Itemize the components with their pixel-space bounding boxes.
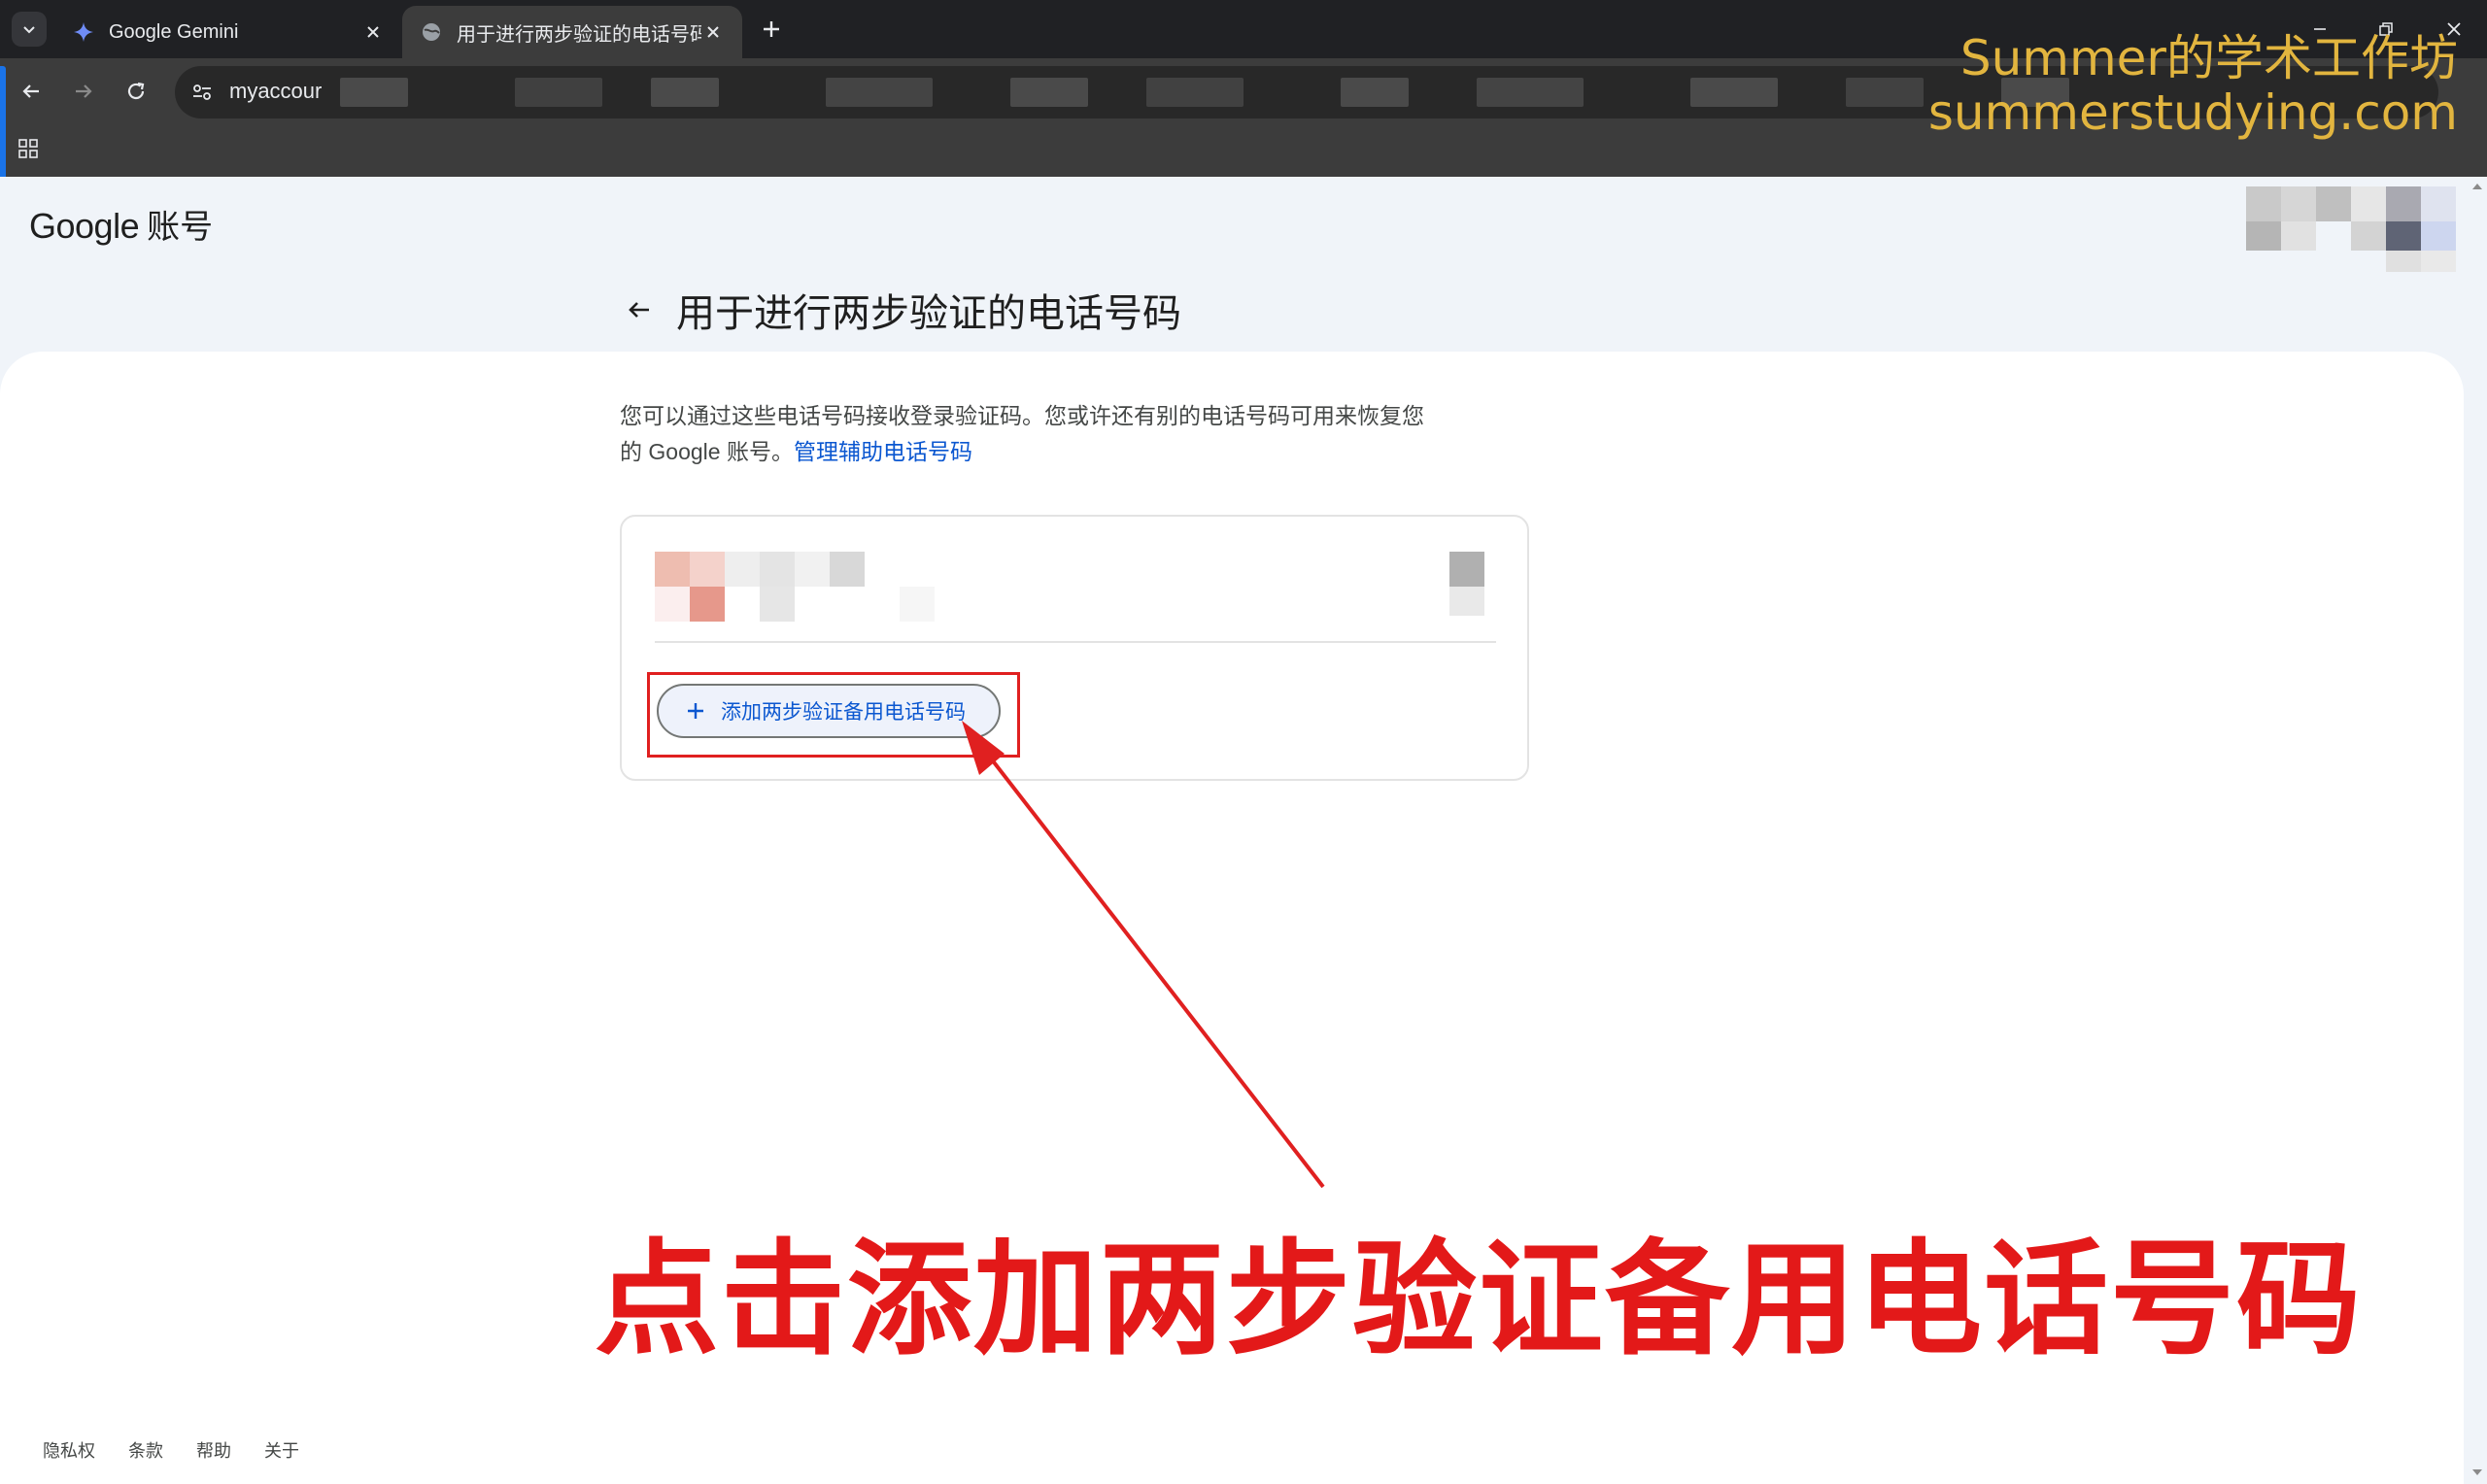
brand-suffix: 账号: [147, 209, 214, 246]
google-account-logo[interactable]: Google 账号: [29, 200, 213, 248]
description-text: 您可以通过这些电话号码接收登录验证码。您或许还有别的电话号码可用来恢复您的 Go…: [620, 403, 1424, 464]
redacted-url: [1690, 78, 1778, 107]
page-title: 用于进行两步验证的电话号码: [676, 292, 1181, 335]
arrow-right-icon: [76, 84, 92, 98]
watermark: Summer的学术工作坊 summerstudying.com: [1928, 31, 2458, 140]
tab-two-step-phone[interactable]: 用于进行两步验证的电话号码: [402, 6, 742, 58]
close-icon[interactable]: [361, 20, 385, 44]
card-divider: [655, 641, 1496, 643]
back-button[interactable]: [12, 72, 51, 111]
redacted-edit-control[interactable]: [1449, 552, 1484, 622]
footer-link-privacy[interactable]: 隐私权: [43, 1437, 95, 1463]
gemini-icon: [72, 20, 95, 44]
redacted-url: [1010, 78, 1088, 107]
reload-icon: [127, 82, 145, 100]
description: 您可以通过这些电话号码接收登录验证码。您或许还有别的电话号码可用来恢复您的 Go…: [620, 398, 1426, 470]
chevron-down-icon: [23, 26, 35, 34]
highlight-box: [647, 672, 1020, 758]
brand-google: Google: [29, 206, 140, 246]
redacted-url: [826, 78, 933, 107]
url-text: myaccour: [229, 79, 323, 103]
redacted-url: [515, 78, 602, 107]
globe-icon: [420, 20, 443, 44]
scroll-up-arrow-icon[interactable]: [2471, 181, 2483, 192]
redacted-url: [1477, 78, 1584, 107]
watermark-line2: summerstudying.com: [1927, 84, 2458, 141]
site-settings-icon[interactable]: [188, 79, 216, 106]
redacted-url: [340, 78, 408, 107]
redacted-url: [1341, 78, 1409, 107]
footer-link-help[interactable]: 帮助: [196, 1437, 231, 1463]
scroll-down-arrow-icon[interactable]: [2471, 1467, 2483, 1478]
manage-recovery-phone-link[interactable]: 管理辅助电话号码: [794, 439, 972, 464]
redacted-url: [1146, 78, 1244, 107]
plus-icon: [764, 21, 779, 37]
new-tab-button[interactable]: [754, 12, 789, 47]
annotation-caption: 点击添加两步验证备用电话号码: [595, 1228, 2364, 1372]
tab-title: 用于进行两步验证的电话号码: [457, 23, 701, 46]
page-scrollbar[interactable]: [2468, 177, 2487, 1484]
redacted-phone-number[interactable]: [655, 552, 946, 622]
back-arrow-icon[interactable]: [618, 288, 661, 331]
tab-title: Google Gemini: [109, 20, 239, 43]
reload-button[interactable]: [117, 72, 155, 111]
watermark-line1: Summer的学术工作坊: [1959, 30, 2458, 86]
footer-link-terms[interactable]: 条款: [128, 1437, 163, 1463]
footer: 隐私权 条款 帮助 关于: [43, 1437, 332, 1463]
tab-search-button[interactable]: [12, 12, 47, 47]
page-header: 用于进行两步验证的电话号码: [618, 282, 1181, 338]
redacted-url: [1846, 78, 1924, 107]
footer-link-about[interactable]: 关于: [264, 1437, 299, 1463]
forward-button[interactable]: [64, 72, 103, 111]
arrow-left-icon: [22, 84, 39, 98]
account-avatar[interactable]: [2246, 186, 2456, 272]
tab-google-gemini[interactable]: Google Gemini: [54, 6, 402, 58]
apps-shortcut-button[interactable]: [14, 134, 43, 163]
apps-grid-icon: [18, 139, 38, 158]
redacted-url: [651, 78, 719, 107]
close-icon[interactable]: [701, 20, 725, 44]
